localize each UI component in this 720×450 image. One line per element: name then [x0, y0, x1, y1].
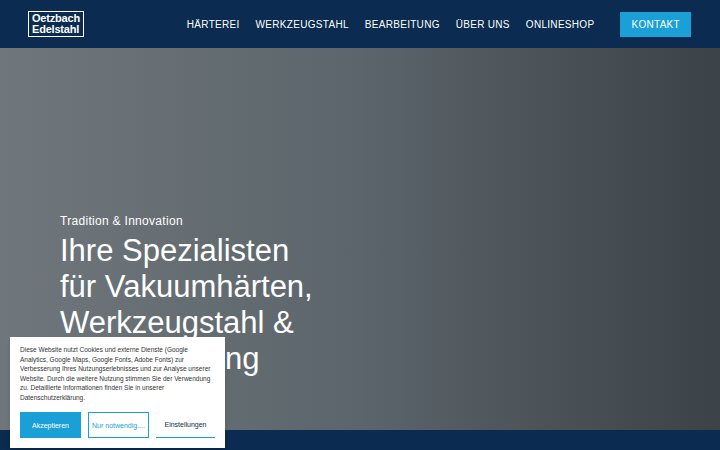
- nav-item[interactable]: WERKZEUGSTAHL: [256, 17, 349, 32]
- nav-item[interactable]: BEARBEITUNG: [365, 17, 440, 32]
- logo-line: Oetzbach: [32, 13, 80, 24]
- cookie-text: Diese Website nutzt Cookies und externe …: [20, 345, 215, 402]
- hero-headline-line: für Vakuumhärten,: [60, 269, 720, 305]
- cookie-buttons: Akzeptieren Nur notwendig.... Einstellunge…: [20, 412, 215, 438]
- hero-headline-line: Werkzeugstahl &: [60, 305, 720, 341]
- hero-eyebrow: Tradition & Innovation: [60, 214, 720, 228]
- hero-headline-line: Ihre Spezialisten: [60, 233, 720, 269]
- nav-item[interactable]: HÄRTEREI: [187, 17, 240, 32]
- contact-button[interactable]: KONTAKT: [620, 12, 691, 37]
- cookie-button[interactable]: Einstellungen: [156, 412, 215, 438]
- cookie-banner: Diese Website nutzt Cookies und externe …: [10, 337, 225, 448]
- nav-item[interactable]: ÜBER UNS: [456, 17, 510, 32]
- main-menu: HÄRTEREI WERKZEUGSTAHL BEARBEITUNG ÜBER UNS…: [187, 12, 691, 37]
- top-nav: OetzbachEdelstahl HÄRTEREI WERKZEUGSTAHL BE…: [0, 0, 720, 48]
- logo-line: Edelstahl: [32, 24, 80, 35]
- nav-item[interactable]: ONLINESHOP: [526, 17, 595, 32]
- cookie-button[interactable]: Akzeptieren: [20, 412, 81, 438]
- cookie-button[interactable]: Nur notwendig....: [88, 412, 149, 438]
- logo[interactable]: OetzbachEdelstahl: [28, 11, 84, 37]
